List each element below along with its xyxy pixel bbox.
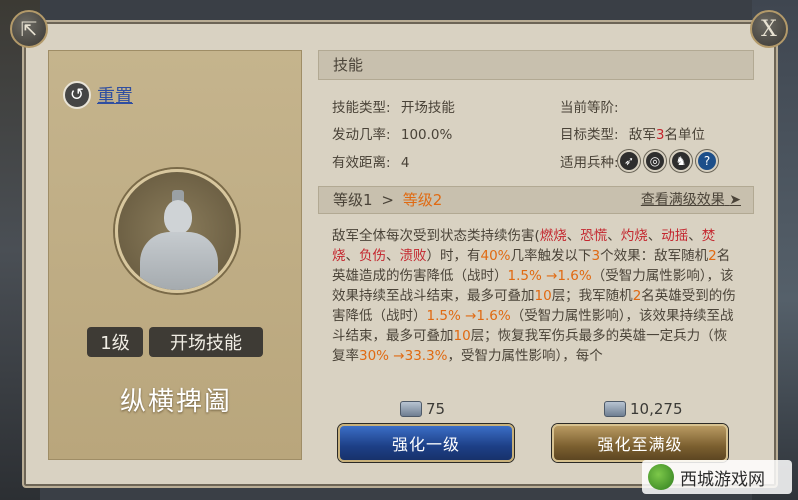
horse-icon[interactable]: ♞ bbox=[670, 150, 692, 172]
level-1-label: 等级1 bbox=[333, 191, 373, 209]
skill-portrait bbox=[115, 169, 239, 293]
skill-level-tag: 1级 bbox=[87, 327, 143, 357]
bow-icon[interactable]: ➶ bbox=[618, 150, 640, 172]
section-title: 技能 bbox=[318, 50, 754, 80]
range-key: 有效距离: bbox=[332, 155, 391, 171]
watermark-text: 西城游戏网 bbox=[680, 469, 765, 490]
upgrade-one-level-label: 强化一级 bbox=[391, 435, 460, 454]
current-level-key: 当前等阶: bbox=[560, 100, 619, 116]
site-watermark: 西城游戏网 bbox=[642, 460, 792, 494]
close-button[interactable]: X bbox=[750, 10, 788, 48]
skill-portrait-panel: ↺ 重置 1级 开场技能 纵横捭阖 bbox=[48, 50, 302, 460]
cost-upgrade-max-value: 10,275 bbox=[630, 400, 683, 418]
description-segment: 10 bbox=[453, 328, 471, 344]
description-segment: ）时，有 bbox=[426, 248, 481, 264]
reset-button[interactable]: ↺ 重置 bbox=[63, 81, 133, 109]
description-segment: 、 bbox=[688, 228, 702, 244]
skill-name: 纵横捭阖 bbox=[119, 387, 232, 417]
description-segment: 1.5% →1.6% bbox=[507, 268, 592, 284]
skill-info-panel: 技能 技能类型: 开场技能 当前等阶: 发动几率: 100.0% 目标类型: 敌… bbox=[318, 50, 754, 390]
description-segment: 3 bbox=[591, 248, 601, 264]
description-segment: 、 bbox=[386, 248, 400, 264]
reset-label: 重置 bbox=[97, 86, 133, 107]
reset-icon: ↺ bbox=[63, 81, 91, 109]
share-button[interactable]: ⇱ bbox=[10, 10, 48, 48]
skill-type-tag: 开场技能 bbox=[149, 327, 263, 357]
description-segment: 动摇 bbox=[661, 228, 689, 244]
target-type-pre: 敌军 bbox=[628, 127, 656, 143]
skill-type-key: 技能类型: bbox=[332, 100, 391, 116]
upgrade-to-max-button[interactable]: 强化至满级 bbox=[552, 424, 728, 462]
target-type-post: 名单位 bbox=[664, 127, 705, 143]
cost-upgrade-one: 75 bbox=[400, 400, 445, 418]
portrait-body bbox=[140, 232, 218, 290]
description-segment: 2 bbox=[708, 248, 717, 264]
description-segment: 10 bbox=[534, 288, 552, 304]
description-segment: ，受智力属性影响），每个 bbox=[447, 348, 603, 364]
close-icon: X bbox=[761, 16, 777, 42]
unit-icons: ➶ ◎ ♞ ? bbox=[618, 150, 718, 172]
cost-upgrade-one-value: 75 bbox=[426, 400, 446, 418]
description-segment: 、 bbox=[647, 228, 662, 244]
description-segment: 、 bbox=[607, 228, 621, 244]
shield-icon[interactable]: ◎ bbox=[644, 150, 666, 172]
level-bar: 等级1 > 等级2 查看满级效果 ➤ bbox=[318, 186, 754, 214]
description-segment: 敌军全体每次受到状态类持续伤害( bbox=[332, 228, 540, 244]
view-max-effect-link[interactable]: 查看满级效果 ➤ bbox=[641, 187, 741, 213]
description-segment: 30% →33.3% bbox=[359, 348, 448, 364]
question-icon[interactable]: ? bbox=[696, 150, 718, 172]
description-segment: 40% bbox=[480, 248, 511, 264]
description-segment: 2 bbox=[632, 288, 642, 304]
range-value: 4 bbox=[400, 155, 410, 171]
level-2-label: 等级2 bbox=[402, 191, 443, 209]
description-segment: 、 bbox=[345, 248, 360, 264]
share-icon: ⇱ bbox=[20, 17, 38, 41]
view-max-label: 查看满级效果 bbox=[640, 192, 725, 208]
cost-upgrade-max: 10,275 bbox=[604, 400, 683, 418]
upgrade-one-level-button[interactable]: 强化一级 bbox=[338, 424, 514, 462]
level-arrow: > bbox=[381, 191, 394, 209]
trigger-rate-key: 发动几率: bbox=[332, 127, 391, 143]
target-type-key: 目标类型: bbox=[560, 127, 619, 143]
range-row: 有效距离: 4 bbox=[332, 151, 409, 171]
description-segment: 燃烧 bbox=[539, 228, 567, 244]
description-segment: 溃败 bbox=[399, 248, 427, 264]
description-segment: 负伤 bbox=[359, 248, 386, 264]
description-segment: 个效果：敌军随机 bbox=[600, 248, 709, 264]
trigger-rate-value: 100.0% bbox=[400, 127, 453, 143]
description-segment: 1.5% →1.6% bbox=[426, 308, 511, 324]
skill-type-value: 开场技能 bbox=[400, 100, 455, 116]
upgrade-to-max-label: 强化至满级 bbox=[597, 435, 683, 454]
description-segment: 灼烧 bbox=[620, 228, 648, 244]
watermark-logo-icon bbox=[648, 464, 674, 490]
skill-type-row: 技能类型: 开场技能 bbox=[332, 96, 455, 116]
description-segment: 几率触发以下 bbox=[510, 248, 592, 264]
portrait-head bbox=[164, 200, 192, 234]
target-type-row: 目标类型: 敌军3名单位 bbox=[560, 123, 705, 143]
skill-description[interactable]: 敌军全体每次受到状态类持续伤害(燃烧、恐慌、灼烧、动摇、焚烧、负伤、溃败）时，有… bbox=[318, 220, 754, 388]
trigger-rate-row: 发动几率: 100.0% bbox=[332, 123, 452, 143]
material-icon bbox=[604, 401, 626, 417]
description-segment: 、 bbox=[566, 228, 581, 244]
units-key: 适用兵种: bbox=[560, 155, 619, 171]
material-icon bbox=[400, 401, 422, 417]
units-row: 适用兵种: bbox=[560, 151, 619, 171]
current-level-row: 当前等阶: bbox=[560, 96, 619, 116]
description-segment: 恐慌 bbox=[580, 228, 608, 244]
view-max-arrow-icon: ➤ bbox=[729, 192, 741, 208]
description-segment: 层；我军随机 bbox=[551, 288, 633, 304]
